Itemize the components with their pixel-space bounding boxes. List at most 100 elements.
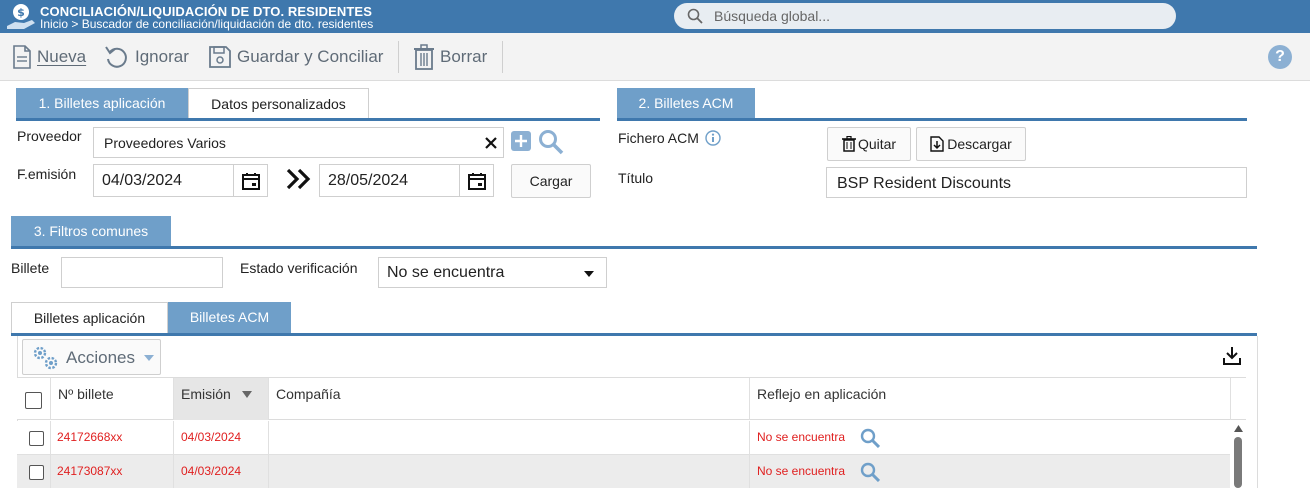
select-all-cell	[17, 378, 51, 420]
search-icon[interactable]	[538, 129, 564, 155]
new-button[interactable]: Nueva	[12, 41, 86, 73]
field-divider	[459, 165, 460, 196]
date-from-field[interactable]: 04/03/2024	[93, 164, 268, 197]
app-header: $ CONCILIACIÓN/LIQUIDACIÓN DE DTO. RESID…	[0, 0, 1310, 33]
tab-results-billetes-acm[interactable]: Billetes ACM	[168, 302, 291, 334]
acm-file-label: Fichero ACM	[618, 130, 699, 146]
column-header-emission-label: Emisión	[181, 386, 231, 402]
column-header-reflection[interactable]: Reflejo en aplicación	[750, 378, 1231, 420]
reflection-text: No se encuentra	[757, 464, 846, 478]
delete-button[interactable]: Borrar	[413, 41, 487, 73]
tab-results-billetes-aplicacion[interactable]: Billetes aplicación	[11, 302, 168, 334]
clear-icon[interactable]	[485, 137, 497, 149]
download-button[interactable]: Descargar	[916, 127, 1026, 161]
status-select[interactable]: No se encuentra	[378, 257, 607, 288]
new-document-icon	[13, 45, 31, 69]
title-label: Título	[618, 170, 654, 186]
select-all-checkbox[interactable]	[25, 392, 42, 409]
tab-underline	[11, 246, 1257, 249]
download-file-icon	[930, 136, 944, 152]
search-icon[interactable]	[860, 462, 880, 482]
ignore-button[interactable]: Ignorar	[104, 41, 189, 73]
double-chevron-right-icon	[286, 168, 311, 190]
help-button[interactable]: ?	[1268, 45, 1292, 69]
actions-button[interactable]: Acciones	[22, 339, 161, 375]
ticket-input[interactable]	[61, 257, 223, 288]
trash-icon	[414, 44, 434, 70]
search-icon	[687, 8, 703, 24]
undo-icon	[105, 46, 127, 68]
global-search-input[interactable]: Búsqueda global...	[674, 3, 1176, 29]
reflection-text: No se encuentra	[757, 430, 846, 444]
ticket-cell: 24173087xx	[51, 455, 174, 488]
tab-billetes-acm[interactable]: 2. Billetes ACM	[617, 88, 755, 120]
new-label: Nueva	[37, 47, 87, 66]
status-label: Estado verificación	[240, 260, 358, 276]
date-from-value: 04/03/2024	[102, 172, 183, 189]
scrollbar-thumb[interactable]	[1234, 437, 1242, 488]
column-header-company[interactable]: Compañía	[269, 378, 750, 420]
grid-header: Nº billete Emisión Compañía Reflejo en a…	[17, 377, 1246, 420]
caret-down-icon	[584, 271, 594, 277]
emission-cell: 04/03/2024	[174, 455, 269, 488]
save-reconcile-label: Guardar y Conciliar	[237, 47, 384, 66]
add-icon[interactable]	[511, 131, 531, 151]
toolbar: Nueva Ignorar Guardar y Conciliar Borrar…	[0, 33, 1310, 81]
remove-label: Quitar	[857, 136, 897, 152]
tab-billetes-aplicacion[interactable]: 1. Billetes aplicación	[16, 88, 188, 120]
date-to-field[interactable]: 28/05/2024	[319, 164, 494, 197]
column-header-ticket[interactable]: Nº billete	[51, 378, 174, 420]
ignore-label: Ignorar	[135, 47, 189, 66]
reflection-cell: No se encuentra	[750, 455, 1230, 488]
field-divider	[233, 165, 234, 196]
provider-label: Proveedor	[17, 128, 82, 144]
provider-field[interactable]: Proveedores Varios	[93, 127, 504, 158]
download-label: Descargar	[947, 136, 1012, 152]
company-cell	[269, 421, 750, 454]
tab-underline	[16, 118, 600, 121]
save-reconcile-button[interactable]: Guardar y Conciliar	[208, 41, 383, 73]
delete-label: Borrar	[440, 47, 488, 66]
table-row[interactable]: 24173087xx 04/03/2024 No se encuentra	[17, 455, 1230, 488]
search-placeholder: Búsqueda global...	[714, 8, 830, 24]
toolbar-divider	[398, 41, 399, 73]
tab-filtros-comunes[interactable]: 3. Filtros comunes	[11, 216, 171, 248]
floppy-disk-icon	[209, 46, 231, 68]
money-hand-icon: $	[7, 4, 35, 29]
date-to-value: 28/05/2024	[328, 172, 409, 189]
download-icon[interactable]	[1222, 346, 1242, 366]
row-checkbox[interactable]	[29, 465, 44, 480]
row-checkbox[interactable]	[29, 431, 44, 446]
company-cell	[269, 455, 750, 488]
status-value: No se encuentra	[387, 264, 505, 281]
load-button[interactable]: Cargar	[511, 164, 591, 198]
vertical-scrollbar[interactable]	[1230, 421, 1246, 488]
actions-label: Acciones	[66, 348, 135, 367]
trash-icon	[841, 136, 856, 152]
calendar-icon[interactable]	[468, 172, 486, 190]
table-row[interactable]: 24172668xx 04/03/2024 No se encuentra	[17, 421, 1230, 454]
breadcrumb[interactable]: Inicio > Buscador de conciliación/liquid…	[40, 17, 373, 31]
calendar-icon[interactable]	[242, 172, 260, 190]
remove-button[interactable]: Quitar	[827, 127, 911, 161]
caret-down-icon	[144, 355, 154, 361]
tab-underline	[617, 118, 1247, 121]
ticket-label: Billete	[11, 260, 50, 276]
tab-datos-personalizados[interactable]: Datos personalizados	[188, 88, 369, 120]
ticket-cell: 24172668xx	[51, 421, 174, 454]
sort-down-icon	[242, 391, 252, 398]
gears-icon	[33, 346, 58, 370]
column-header-emission[interactable]: Emisión	[174, 378, 269, 420]
provider-value: Proveedores Varios	[104, 135, 226, 151]
reflection-cell: No se encuentra	[750, 421, 1230, 454]
search-icon[interactable]	[860, 428, 880, 448]
date-label: F.emisión	[17, 166, 77, 182]
svg-text:$: $	[17, 6, 25, 19]
title-field[interactable]: BSP Resident Discounts	[826, 167, 1247, 198]
row-divider	[17, 454, 1230, 455]
toolbar-divider	[502, 41, 503, 73]
scroll-up-icon[interactable]	[1234, 425, 1243, 432]
title-value: BSP Resident Discounts	[837, 175, 1012, 192]
emission-cell: 04/03/2024	[174, 421, 269, 454]
info-icon[interactable]	[705, 130, 721, 146]
